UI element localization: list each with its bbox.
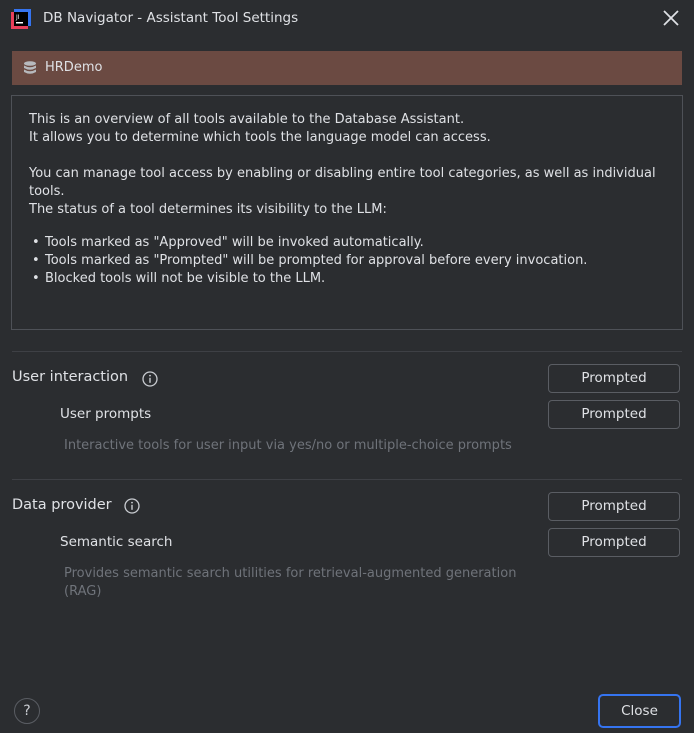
info-icon[interactable] [142,371,158,387]
tool-description: Interactive tools for user input via yes… [64,438,512,453]
category-state-button[interactable]: Prompted [548,492,680,521]
overview-text: The status of a tool determines its visi… [29,202,387,217]
tool-state-button[interactable]: Prompted [548,528,680,557]
overview-text: You can manage tool access by enabling o… [29,166,656,181]
category-label-user-interaction: User interaction [12,369,129,385]
help-button[interactable]: ? [14,698,40,724]
overview-text: This is an overview of all tools availab… [29,112,465,127]
connection-bar: HRDemo [12,51,682,85]
svg-text:JI: JI [15,14,20,21]
category-label-data-provider: Data provider [12,497,112,513]
overview-text: It allows you to determine which tools t… [29,130,491,145]
bullet-marker: • [32,253,40,268]
category-state-button[interactable]: Prompted [548,364,680,393]
overview-text: tools. [29,184,65,199]
tool-description: Provides semantic search utilities for r… [64,566,517,581]
divider [12,351,682,352]
title-bar: JI DB Navigator - Assistant Tool Setting… [0,0,694,36]
tool-label-semantic-search: Semantic search [60,534,173,550]
close-button[interactable]: Close [598,694,681,728]
database-icon [24,61,36,74]
bullet-marker: • [32,235,40,250]
tool-description: (RAG) [64,584,102,599]
close-icon[interactable] [660,7,682,29]
overview-panel: This is an overview of all tools availab… [11,95,683,330]
bullet-text: Tools marked as "Prompted" will be promp… [45,253,588,268]
tool-state-button[interactable]: Prompted [548,400,680,429]
window-title: DB Navigator - Assistant Tool Settings [43,10,299,26]
bullet-marker: • [32,271,40,286]
bullet-text: Blocked tools will not be visible to the… [45,271,326,286]
connection-name: HRDemo [45,60,103,75]
app-logo-icon: JI [11,9,31,29]
tool-label-user-prompts: User prompts [60,406,152,422]
info-icon[interactable] [124,498,140,514]
bullet-text: Tools marked as "Approved" will be invok… [45,235,424,250]
divider [12,479,682,480]
